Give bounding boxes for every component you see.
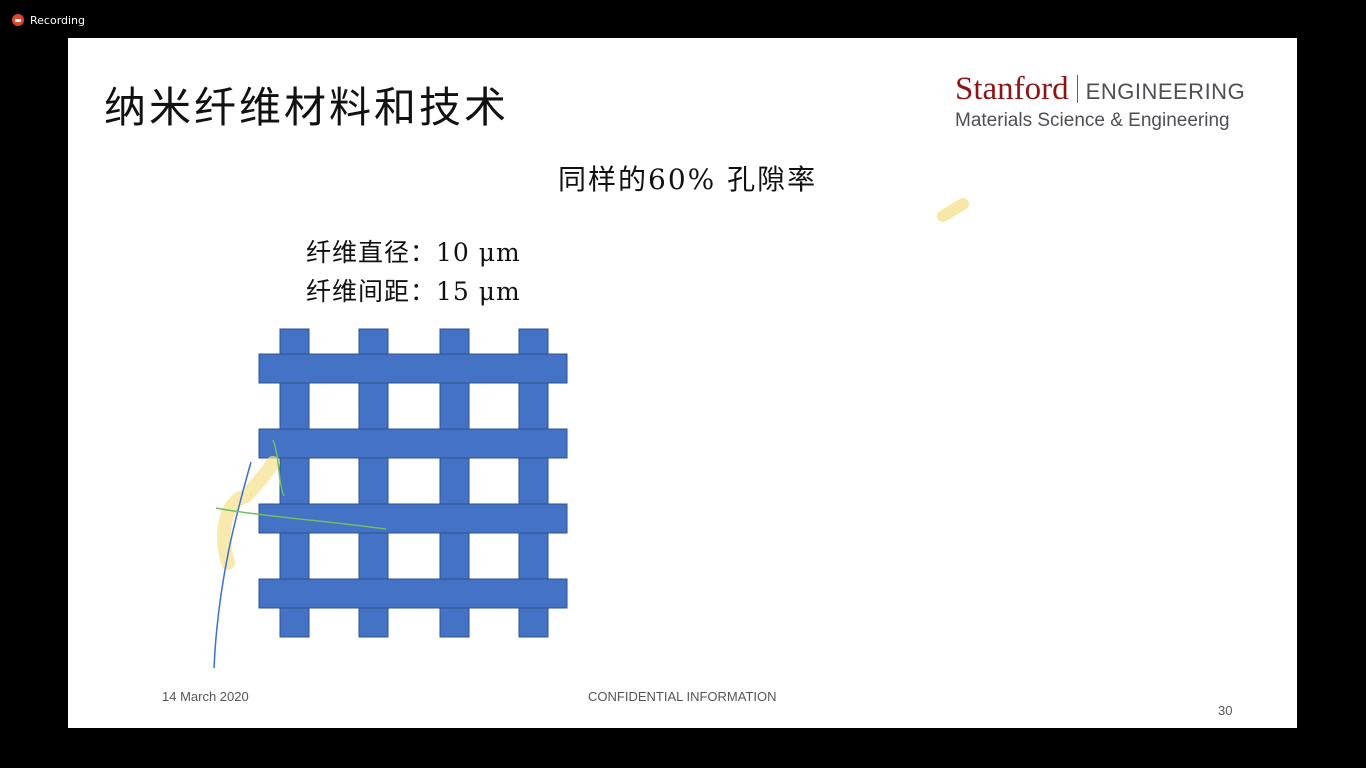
- horizontal-fiber: [258, 503, 568, 534]
- slide-page-number: 30: [1218, 703, 1233, 718]
- recording-indicator: Recording: [12, 12, 85, 28]
- fiber-mesh-diagram: [258, 328, 568, 638]
- horizontal-fiber: [258, 428, 568, 459]
- footer-confidential: CONFIDENTIAL INFORMATION: [588, 689, 777, 704]
- recording-label: Recording: [30, 13, 86, 27]
- presentation-slide: 纳米纤维材料和技术 Stanford ENGINEERING Materials…: [68, 38, 1297, 728]
- horizontal-fiber: [258, 353, 568, 384]
- recording-icon: [12, 14, 24, 26]
- horizontal-fiber: [258, 578, 568, 609]
- footer-date: 14 March 2020: [162, 689, 249, 704]
- slide-graphics: [213, 198, 969, 669]
- highlighter-dot: [937, 198, 969, 222]
